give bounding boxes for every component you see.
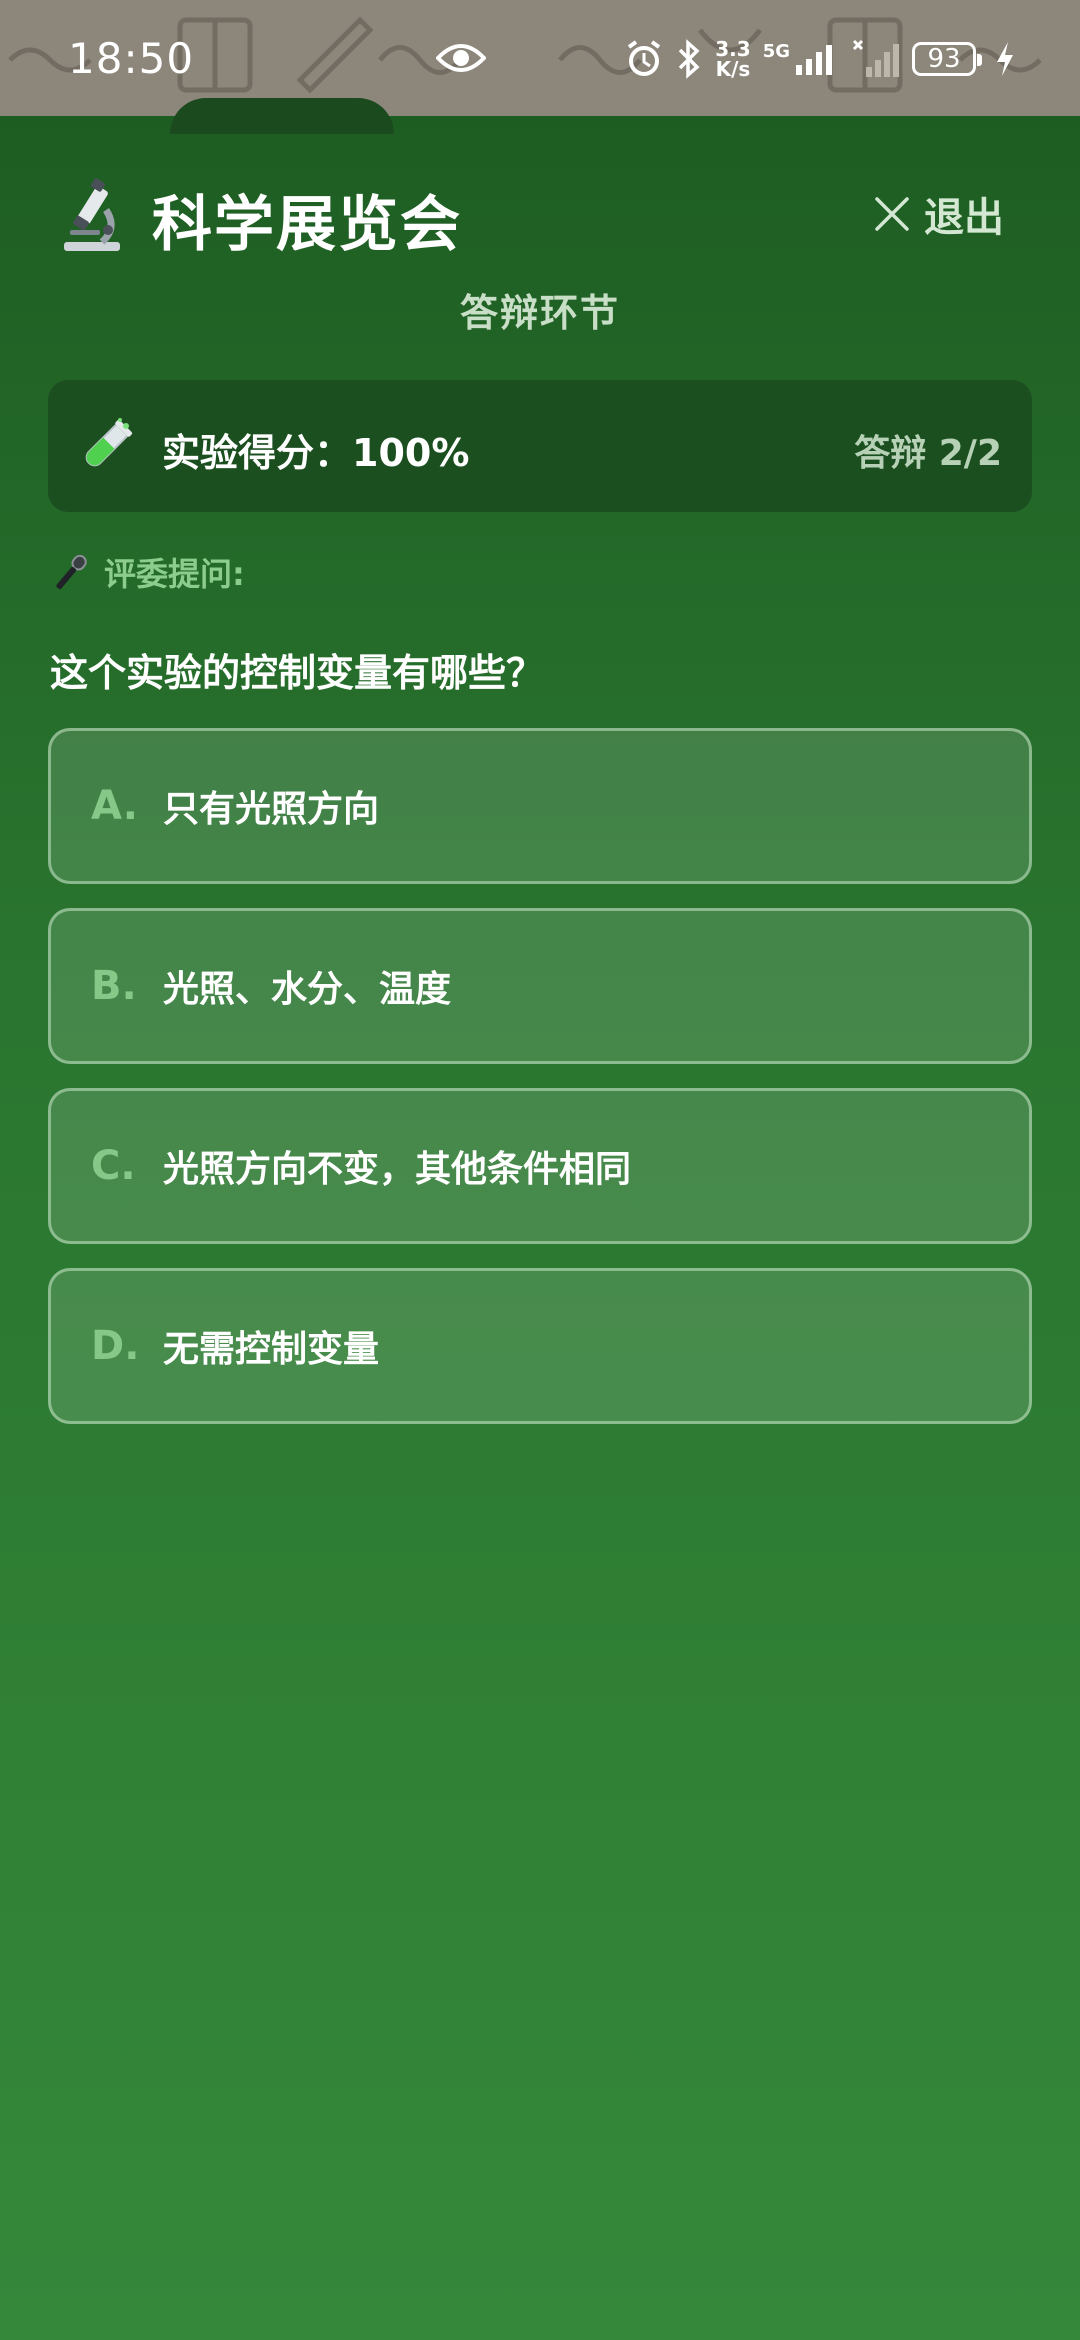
test-tube-icon bbox=[85, 418, 133, 467]
cell-signal-5g: 5G bbox=[763, 41, 840, 77]
microscope-icon bbox=[64, 178, 120, 251]
option-a[interactable]: A. 只有光照方向 bbox=[48, 728, 1032, 884]
option-d[interactable]: D. 无需控制变量 bbox=[48, 1268, 1032, 1424]
net-speed: 3.3 K/s bbox=[715, 39, 750, 79]
option-c[interactable]: C. 光照方向不变，其他条件相同 bbox=[48, 1088, 1032, 1244]
option-text: 光照、水分、温度 bbox=[163, 969, 452, 1010]
signal-bars-no-service-icon bbox=[852, 39, 899, 77]
microphone-icon bbox=[56, 554, 87, 590]
net-speed-value: 3.3 bbox=[715, 37, 751, 61]
sheet-grab-tab bbox=[170, 98, 394, 134]
option-letter: D. bbox=[91, 1323, 140, 1369]
option-b[interactable]: B. 光照、水分、温度 bbox=[48, 908, 1032, 1064]
battery-level: 93 bbox=[927, 44, 961, 74]
option-text: 只有光照方向 bbox=[163, 789, 380, 830]
clock: 18:50 bbox=[68, 34, 195, 83]
defense-progress: 答辩 2/2 bbox=[854, 433, 1002, 474]
section-subtitle: 答辩环节 bbox=[459, 291, 620, 335]
signal-bars-icon bbox=[796, 45, 832, 75]
option-text: 光照方向不变，其他条件相同 bbox=[163, 1149, 632, 1190]
option-letter: A. bbox=[91, 783, 138, 829]
status-icons: 3.3 K/s 5G 93 bbox=[625, 34, 1016, 84]
score-card: 实验得分：100% 答辩 2/2 bbox=[48, 380, 1032, 512]
network-type: 5G bbox=[762, 41, 790, 62]
option-text: 无需控制变量 bbox=[163, 1329, 380, 1370]
net-speed-unit: K/s bbox=[715, 57, 751, 81]
exit-label: 退出 bbox=[924, 195, 1004, 241]
experiment-score: 实验得分：100% bbox=[162, 431, 470, 475]
charging-bolt-icon bbox=[997, 42, 1013, 76]
alarm-icon bbox=[628, 40, 661, 76]
status-bar: 18:50 3.3 K/s 5G 93 bbox=[0, 0, 1080, 116]
bluetooth-icon bbox=[679, 39, 700, 79]
battery-indicator: 93 bbox=[912, 42, 982, 76]
answer-options: A. 只有光照方向 B. 光照、水分、温度 C. 光照方向不变，其他条件相同 D… bbox=[48, 728, 1032, 1448]
close-icon bbox=[875, 197, 909, 231]
exit-button[interactable]: 退出 bbox=[874, 184, 1004, 244]
judge-question-label-row: 评委提问: bbox=[50, 548, 245, 596]
eye-icon bbox=[436, 44, 486, 72]
option-letter: C. bbox=[91, 1143, 136, 1189]
question-text: 这个实验的控制变量有哪些？ bbox=[50, 651, 545, 695]
app-title: 科学展览会 bbox=[152, 190, 462, 260]
judge-label: 评委提问: bbox=[104, 555, 245, 593]
option-letter: B. bbox=[91, 963, 137, 1009]
